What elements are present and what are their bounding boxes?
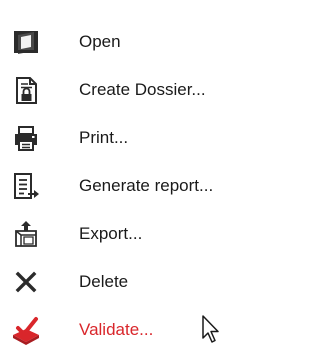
- menu-item-label: Create Dossier...: [79, 80, 206, 99]
- validate-check-icon: [10, 314, 42, 346]
- context-menu: Open Create Dossier... Print... Generate…: [0, 0, 271, 357]
- menu-item-validate[interactable]: Validate...: [0, 306, 271, 354]
- locked-document-icon: [10, 74, 42, 106]
- menu-item-delete[interactable]: Delete: [0, 258, 271, 306]
- report-arrow-icon: [10, 170, 42, 202]
- menu-item-create-dossier[interactable]: Create Dossier...: [0, 66, 271, 114]
- menu-item-label: Validate...: [79, 320, 154, 339]
- menu-item-label: Export...: [79, 224, 143, 243]
- menu-item-label: Delete: [79, 272, 129, 291]
- printer-icon: [10, 122, 42, 154]
- menu-item-label: Generate report...: [79, 176, 214, 195]
- menu-item-print[interactable]: Print...: [0, 114, 271, 162]
- open-folder-icon: [10, 26, 42, 58]
- menu-item-export[interactable]: Export...: [0, 210, 271, 258]
- menu-item-label: Print...: [79, 128, 129, 147]
- menu-item-open[interactable]: Open: [0, 18, 271, 66]
- menu-item-generate-report[interactable]: Generate report...: [0, 162, 271, 210]
- delete-x-icon: [10, 266, 42, 298]
- mouse-pointer-icon: [201, 314, 221, 344]
- export-box-icon: [10, 218, 42, 250]
- menu-item-label: Open: [79, 32, 121, 51]
